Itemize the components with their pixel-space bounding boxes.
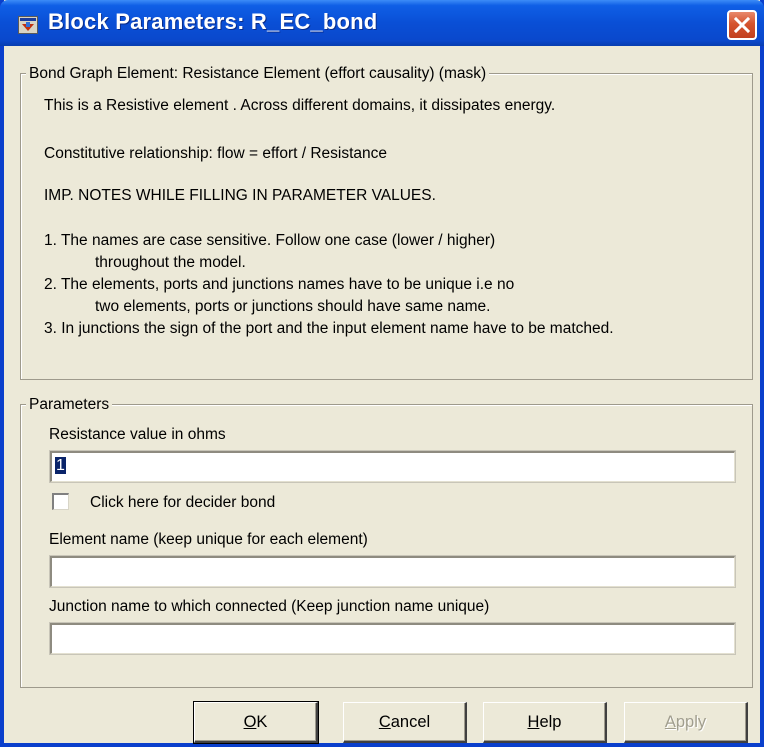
resistance-label: Resistance value in ohms [49, 426, 226, 443]
cancel-button[interactable]: Cancel [343, 702, 467, 743]
junction-name-input[interactable] [49, 622, 736, 655]
element-name-label: Element name (keep unique for each eleme… [49, 531, 368, 548]
ok-button[interactable]: OK [193, 701, 319, 744]
notes-heading: IMP. NOTES WHILE FILLING IN PARAMETER VA… [44, 187, 436, 204]
dialog-window: Block Parameters: R_EC_bond Bond Graph E… [0, 0, 764, 747]
apply-mnemonic: A [664, 713, 676, 731]
decider-bond-label[interactable]: Click here for decider bond [90, 494, 275, 512]
apply-button[interactable]: Apply [624, 702, 748, 743]
parameters-group-title: Parameters [26, 396, 113, 414]
ok-label-rest: K [256, 713, 268, 731]
close-button[interactable] [727, 10, 757, 40]
title-bar[interactable]: Block Parameters: R_EC_bond [0, 0, 764, 46]
decider-bond-checkbox[interactable] [52, 493, 69, 510]
cancel-mnemonic: C [378, 713, 391, 731]
description-text: This is a Resistive element . Across dif… [44, 97, 556, 114]
cancel-label-rest: ancel [390, 713, 431, 731]
simulink-block-icon [18, 16, 38, 34]
description-group-title: Bond Graph Element: Resistance Element (… [26, 65, 490, 83]
resistance-value: 1 [55, 457, 66, 474]
help-label-rest: elp [539, 713, 562, 731]
note-2-text: 2. The elements, ports and junctions nam… [44, 276, 515, 293]
apply-label-rest: pply [675, 713, 707, 731]
help-button[interactable]: Help [483, 702, 607, 743]
element-name-input[interactable] [49, 555, 736, 588]
close-x-icon [733, 16, 751, 34]
junction-name-label: Junction name to which connected (Keep j… [49, 598, 490, 615]
constitutive-relationship-text: Constitutive relationship: flow = effort… [44, 145, 388, 162]
note-1-continuation: throughout the model. [95, 254, 246, 271]
window-title: Block Parameters: R_EC_bond [48, 9, 378, 34]
note-2-continuation: two elements, ports or junctions should … [95, 298, 491, 315]
note-1-text: 1. The names are case sensitive. Follow … [44, 232, 496, 249]
note-3-text: 3. In junctions the sign of the port and… [44, 320, 614, 337]
help-mnemonic: H [527, 713, 540, 731]
resistance-input[interactable]: 1 [49, 450, 736, 483]
ok-mnemonic: O [243, 713, 257, 731]
